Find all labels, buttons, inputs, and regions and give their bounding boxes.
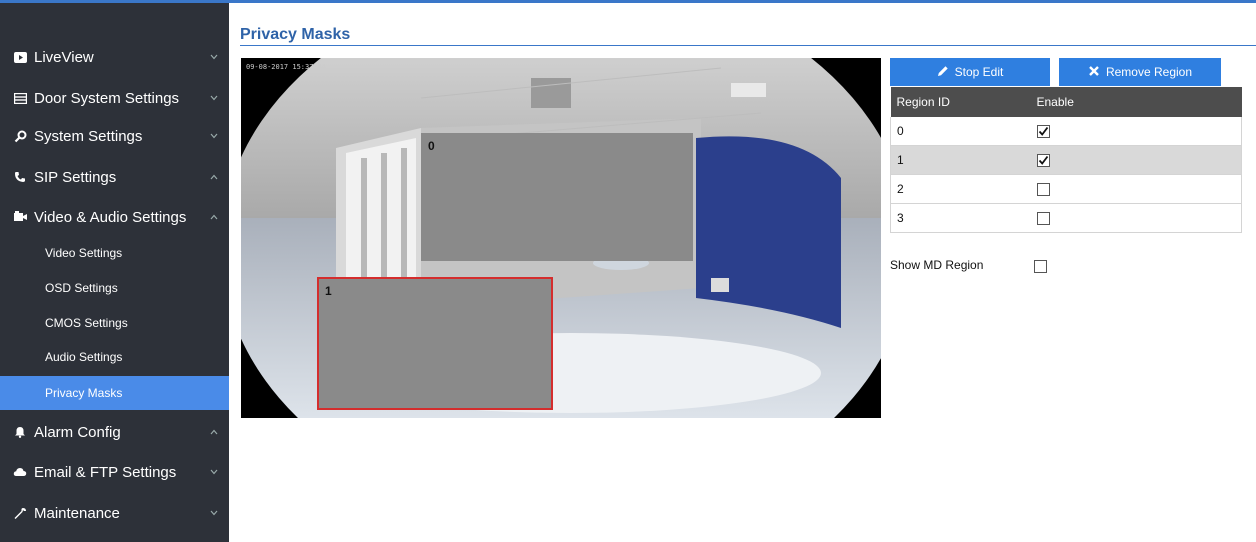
sidebar-subitem-audio-settings[interactable]: Audio Settings	[0, 340, 229, 374]
chevron-up-icon[interactable]	[209, 427, 219, 437]
chevron-up-icon[interactable]	[209, 172, 219, 182]
sidebar-item-label: LiveView	[34, 48, 94, 66]
sidebar-item-label: Maintenance	[34, 504, 120, 522]
page-title: Privacy Masks	[240, 26, 351, 43]
title-divider	[240, 45, 1256, 46]
close-icon	[1088, 65, 1100, 80]
wrench-settings-icon	[12, 128, 28, 144]
pencil-icon	[937, 65, 949, 80]
camera-audio-icon	[12, 209, 28, 225]
wrench-icon	[12, 505, 28, 521]
show-md-region-label: Show MD Region	[890, 258, 984, 272]
video-timestamp: 09-08-2017 15:37:44	[246, 63, 327, 71]
table-row[interactable]: 2	[890, 174, 1242, 204]
sidebar-item-maintenance[interactable]: Maintenance	[0, 495, 229, 531]
enable-checkbox-checked[interactable]	[1036, 125, 1050, 139]
sidebar-item-label: SIP Settings	[34, 168, 117, 186]
sidebar-subitem-privacy-masks[interactable]: Privacy Masks	[0, 376, 229, 410]
door-icon	[12, 90, 28, 106]
region-id-cell: 2	[890, 174, 1031, 204]
region-id-cell: 1	[890, 145, 1031, 175]
stop-edit-button[interactable]: Stop Edit	[890, 58, 1050, 86]
sidebar-subitem-osd-settings[interactable]: OSD Settings	[0, 271, 229, 305]
privacy-mask-region-selected[interactable]: 1	[317, 277, 553, 410]
enable-checkbox-checked[interactable]	[1036, 154, 1050, 168]
chevron-down-icon[interactable]	[209, 508, 219, 518]
sidebar-item-label: Door System Settings	[34, 89, 180, 107]
video-preview[interactable]: 09-08-2017 15:37:44 0 1	[241, 58, 881, 418]
sidebar-item-door-system-settings[interactable]: Door System Settings	[0, 80, 229, 116]
sidebar-item-label: Email & FTP Settings	[34, 463, 177, 481]
privacy-mask-region[interactable]: 0	[421, 133, 693, 261]
mask-region-label: 1	[325, 284, 332, 298]
column-header-region-id: Region ID	[890, 87, 1031, 117]
sidebar-item-label: Alarm Config	[34, 423, 121, 441]
mask-region-label: 0	[428, 139, 435, 153]
enable-checkbox[interactable]	[1036, 183, 1050, 197]
chevron-down-icon[interactable]	[209, 131, 219, 141]
region-id-cell: 0	[890, 117, 1031, 146]
sidebar-item-video-audio-settings[interactable]: Video & Audio Settings	[0, 199, 229, 235]
sidebar-item-system-settings[interactable]: System Settings	[0, 118, 229, 154]
sidebar-item-sip-settings[interactable]: SIP Settings	[0, 159, 229, 195]
sidebar: LiveView Door System Settings System Set…	[0, 3, 229, 542]
chevron-down-icon[interactable]	[209, 467, 219, 477]
show-md-region-checkbox[interactable]	[1034, 260, 1047, 273]
video-icon	[12, 49, 28, 65]
sidebar-subitem-cmos-settings[interactable]: CMOS Settings	[0, 306, 229, 340]
sidebar-item-alarm-config[interactable]: Alarm Config	[0, 414, 229, 450]
table-row[interactable]: 0	[890, 117, 1242, 146]
remove-region-button[interactable]: Remove Region	[1059, 58, 1221, 86]
chevron-up-icon[interactable]	[209, 212, 219, 222]
table-header-row: Region ID Enable	[890, 87, 1242, 117]
phone-icon	[12, 169, 28, 185]
table-row[interactable]: 3	[890, 203, 1242, 233]
chevron-down-icon[interactable]	[209, 93, 219, 103]
sidebar-subitem-video-settings[interactable]: Video Settings	[0, 236, 229, 270]
remove-region-label: Remove Region	[1105, 65, 1193, 79]
sidebar-item-label: System Settings	[34, 127, 143, 145]
sidebar-item-email-ftp-settings[interactable]: Email & FTP Settings	[0, 454, 229, 490]
bell-icon	[12, 424, 28, 440]
sidebar-item-liveview[interactable]: LiveView	[0, 39, 229, 75]
column-header-enable: Enable	[1030, 87, 1242, 117]
enable-checkbox[interactable]	[1036, 212, 1050, 226]
chevron-down-icon[interactable]	[209, 52, 219, 62]
table-row[interactable]: 1	[890, 145, 1242, 175]
region-id-cell: 3	[890, 203, 1031, 233]
cloud-icon	[12, 464, 28, 480]
region-table: Region ID Enable 0 1 2 3	[890, 87, 1242, 233]
sidebar-item-label: Video & Audio Settings	[34, 208, 187, 226]
stop-edit-label: Stop Edit	[954, 65, 1004, 79]
